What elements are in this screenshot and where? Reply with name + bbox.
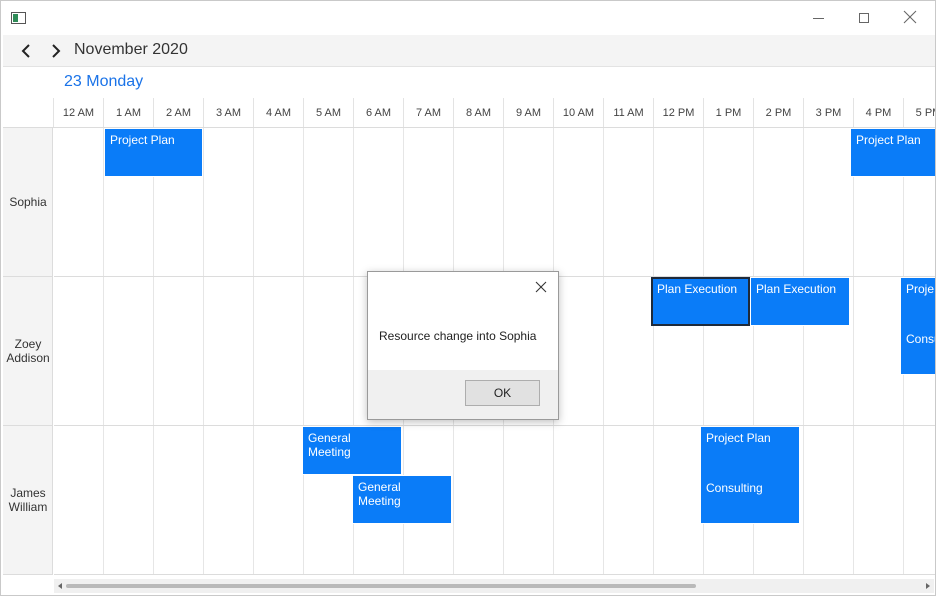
time-slot-label: 2 AM: [153, 98, 203, 127]
grid-line: [153, 128, 154, 575]
time-slot-label: 8 AM: [453, 98, 503, 127]
resource-zoey-addison: Zoey Addison: [3, 277, 53, 426]
maximize-icon: [859, 13, 869, 23]
date-row: 23 Monday: [53, 68, 935, 98]
appointment-project-plan[interactable]: Project Plan: [104, 128, 203, 177]
row-divider: [54, 425, 935, 426]
time-slot-label: 3 AM: [203, 98, 253, 127]
appointment-general-meeting[interactable]: General Meeting: [302, 426, 402, 475]
scroll-right-icon[interactable]: [926, 583, 930, 589]
appointment-label: Consulting: [706, 481, 763, 495]
resource-sophia: Sophia: [3, 128, 53, 277]
ok-button[interactable]: OK: [465, 380, 540, 406]
minimize-button[interactable]: [795, 1, 841, 35]
time-slot-label: 5 PM: [903, 98, 935, 127]
close-icon: [903, 10, 917, 24]
grid-line: [103, 128, 104, 575]
time-slot-label: 10 AM: [553, 98, 603, 127]
app-window: November 2020 Sophia Zoey Addison James …: [0, 0, 936, 596]
app-icon: [11, 12, 26, 24]
appointment-label: Project Plan: [706, 431, 771, 445]
time-slot-label: 12 PM: [653, 98, 703, 127]
dialog-message: Resource change into Sophia: [379, 329, 537, 343]
row-divider: [54, 574, 935, 575]
grid-line: [803, 128, 804, 575]
appointment-label: Consu: [906, 332, 935, 346]
close-button[interactable]: [887, 1, 933, 35]
time-slot-label: 9 AM: [503, 98, 553, 127]
time-slot-label: 4 AM: [253, 98, 303, 127]
grid-line: [653, 128, 654, 575]
time-slot-label: 3 PM: [803, 98, 853, 127]
appointment-plan-execution[interactable]: Plan Execution: [651, 277, 750, 326]
grid-line: [853, 128, 854, 575]
chevron-right-icon[interactable]: [47, 42, 65, 60]
appointment-project-plan-consulting[interactable]: Project Plan Consulting: [700, 426, 800, 524]
scrollbar-thumb[interactable]: [66, 584, 696, 588]
time-slot-label: 2 PM: [753, 98, 803, 127]
resource-james-william: James William: [3, 426, 53, 575]
resource-header-corner: [3, 67, 53, 128]
chevron-left-icon[interactable]: [18, 42, 36, 60]
appointment-label: Proje: [906, 282, 935, 296]
grid-line: [203, 128, 204, 575]
grid-line: [303, 128, 304, 575]
time-slot-label: 6 AM: [353, 98, 403, 127]
close-icon[interactable]: [534, 280, 548, 294]
time-slot-label: 7 AM: [403, 98, 453, 127]
time-slot-label: 5 AM: [303, 98, 353, 127]
appointment-project-plan[interactable]: Project Plan: [850, 128, 935, 177]
maximize-button[interactable]: [841, 1, 887, 35]
title-bar: [1, 1, 935, 35]
time-slot-label: 4 PM: [853, 98, 903, 127]
resource-column: Sophia Zoey Addison James William: [3, 67, 53, 575]
appointment-plan-execution[interactable]: Plan Execution: [750, 277, 850, 326]
time-slot-label: 1 PM: [703, 98, 753, 127]
message-dialog: Resource change into Sophia OK: [367, 271, 559, 420]
header-title[interactable]: November 2020: [74, 41, 188, 59]
date-label[interactable]: 23 Monday: [64, 73, 143, 91]
dialog-footer: OK: [368, 370, 558, 419]
time-slot-label: 11 AM: [603, 98, 653, 127]
horizontal-scrollbar[interactable]: [54, 579, 934, 593]
time-slot-label: 1 AM: [103, 98, 153, 127]
grid-line: [603, 128, 604, 575]
scheduler-header: November 2020: [3, 35, 935, 67]
scroll-left-icon[interactable]: [58, 583, 62, 589]
time-slot-label: 12 AM: [53, 98, 103, 127]
grid-line: [253, 128, 254, 575]
appointment-project-clipped[interactable]: Proje Consu: [900, 277, 935, 375]
appointment-general-meeting[interactable]: General Meeting: [352, 475, 452, 524]
time-header: 12 AM 1 AM 2 AM 3 AM 4 AM 5 AM 6 AM 7 AM…: [53, 98, 935, 128]
minimize-icon: [813, 18, 824, 19]
